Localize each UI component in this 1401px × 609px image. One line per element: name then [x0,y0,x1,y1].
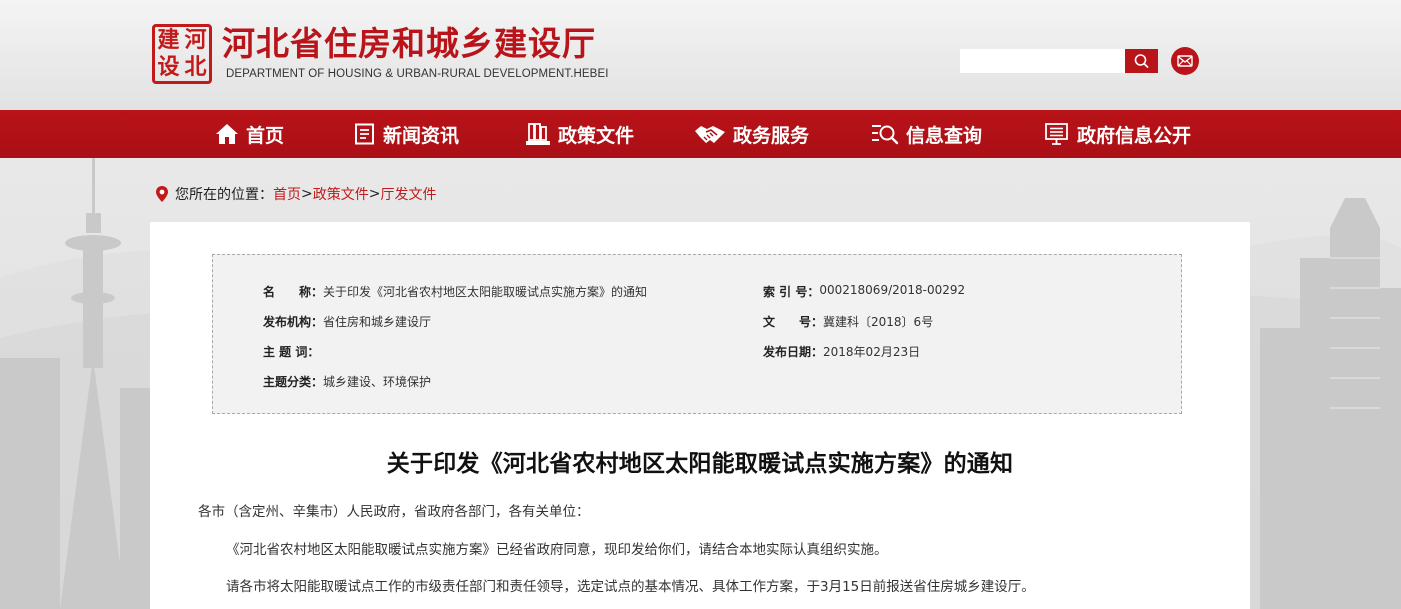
breadcrumb: 您所在的位置： 首页 > 政策文件 > 厅发文件 [155,184,436,204]
seal-char: 设 [157,54,180,80]
meta-name-value: 关于印发《河北省农村地区太阳能取暖试点实施方案》的通知 [323,285,648,299]
breadcrumb-home-link[interactable]: 首页 [273,184,301,204]
meta-name-label: 名 称： [263,285,324,299]
meta-issuer-value: 省住房和城乡建设厅 [323,315,432,329]
disclosure-icon [1045,123,1068,145]
nav-item-label: 信息查询 [906,124,983,147]
nav-item-home[interactable]: 首页 [215,110,284,158]
meta-keywords-row: 主 题 词： [263,343,319,360]
meta-category-row: 主题分类： 城乡建设、环境保护 [263,373,431,390]
meta-index-label: 索 引 号： [763,285,820,299]
breadcrumb-policy-link[interactable]: 政策文件 [313,184,369,204]
logo-seal[interactable]: 建 河 设 北 [152,24,212,84]
document-paragraph: 《河北省农村地区太阳能取暖试点实施方案》已经省政府同意，现印发给你们，请结合本地… [226,542,888,558]
document-metadata: 名 称： 关于印发《河北省农村地区太阳能取暖试点实施方案》的通知 索 引 号： … [212,254,1182,414]
meta-date-row: 发布日期： 2018年02月23日 [763,343,920,360]
meta-name-row: 名 称： 关于印发《河北省农村地区太阳能取暖试点实施方案》的通知 [263,283,647,300]
nav-item-policy[interactable]: 政策文件 [525,110,634,158]
policy-icon [526,123,550,145]
breadcrumb-separator: > [368,186,381,202]
document-salutation: 各市（含定州、辛集市）人民政府，省政府各部门，各有关单位： [198,504,590,520]
search-input[interactable] [960,49,1125,73]
document-title: 关于印发《河北省农村地区太阳能取暖试点实施方案》的通知 [386,451,1014,477]
nav-item-label: 政府信息公开 [1077,124,1192,147]
site-title[interactable]: 河北省住房和城乡建设厅 [222,24,596,64]
meta-docno-label: 文 号： [763,315,824,329]
breadcrumb-dept-docs-link[interactable]: 厅发文件 [380,184,436,204]
meta-docno-value: 冀建科〔2018〕6号 [823,315,934,329]
mail-icon [1177,55,1193,67]
nav-item-news[interactable]: 新闻资讯 [354,110,459,158]
meta-issuer-label: 发布机构： [263,315,324,329]
meta-index-row: 索 引 号： 000218069/2018-00292 [763,283,965,300]
meta-date-label: 发布日期： [763,345,824,359]
location-pin-icon [156,186,168,202]
meta-date-value: 2018年02月23日 [823,345,921,359]
search-list-icon [872,125,899,145]
meta-index-value: 000218069/2018-00292 [819,283,966,297]
seal-char: 北 [184,54,207,80]
document-paragraph: 请各市将太阳能取暖试点工作的市级责任部门和责任领导，选定试点的基本情况、具体工作… [226,579,1035,595]
nav-item-services[interactable]: 政务服务 [694,110,809,158]
meta-category-value: 城乡建设、环境保护 [323,375,432,389]
meta-category-label: 主题分类： [263,375,324,389]
article-card: 名 称： 关于印发《河北省农村地区太阳能取暖试点实施方案》的通知 索 引 号： … [150,222,1250,609]
meta-issuer-row: 发布机构： 省住房和城乡建设厅 [263,313,431,330]
breadcrumb-prefix: 您所在的位置： [175,187,273,203]
seal-char: 建 [157,27,180,53]
meta-docno-row: 文 号： 冀建科〔2018〕6号 [763,313,933,330]
breadcrumb-separator: > [301,186,313,202]
nav-item-query[interactable]: 信息查询 [871,110,982,158]
handshake-icon [695,126,725,143]
search-icon [1134,54,1149,68]
site-subtitle: DEPARTMENT OF HOUSING & URBAN-RURAL DEVE… [226,68,609,80]
meta-keywords-label: 主 题 词： [263,345,320,359]
nav-item-label: 新闻资讯 [383,124,460,147]
site-header: 建 河 设 北 河北省住房和城乡建设厅 DEPARTMENT OF HOUSIN… [0,0,1401,110]
seal-char: 河 [184,27,207,53]
nav-item-label: 政务服务 [733,124,810,147]
nav-item-disclosure[interactable]: 政府信息公开 [1044,110,1191,158]
main-nav: 首页 新闻资讯 政策文件 政务服务 信息查询 政府信息公开 [0,110,1401,158]
nav-item-label: 首页 [246,124,285,147]
search-button[interactable] [1125,49,1158,73]
mail-button[interactable] [1171,47,1199,75]
news-icon [355,123,374,145]
nav-item-label: 政策文件 [558,124,635,147]
home-icon [216,124,238,144]
